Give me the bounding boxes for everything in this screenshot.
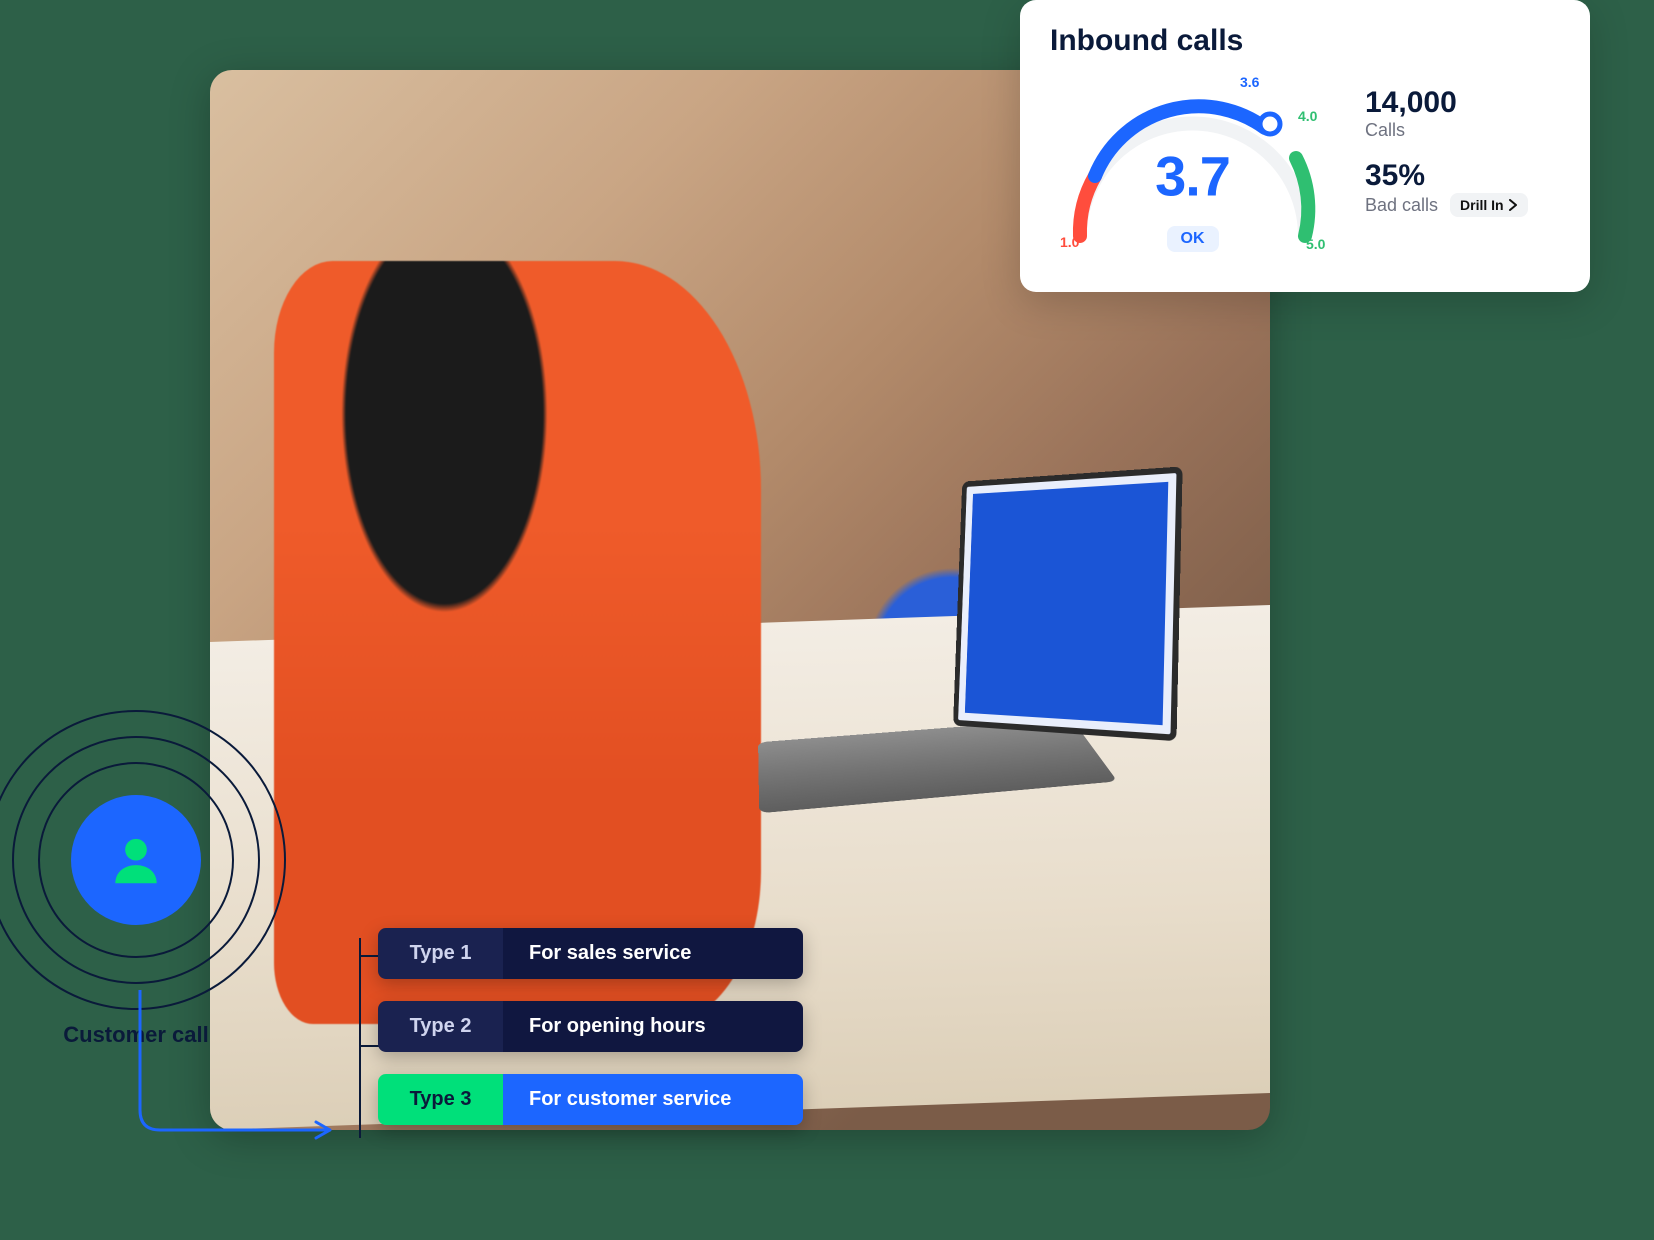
drill-in-label: Drill In: [1460, 197, 1504, 213]
customer-call-label: Customer call: [63, 1022, 209, 1048]
photo-laptop: [761, 473, 1185, 833]
inbound-calls-card: Inbound calls 3.7 OK 1.0 3.6 4.0 5.0: [1020, 0, 1590, 292]
gauge-tick-3-6: 3.6: [1240, 74, 1259, 90]
calls-label: Calls: [1365, 120, 1560, 141]
photo-person: [274, 261, 762, 1024]
call-type-row[interactable]: Type 1 For sales service: [378, 928, 803, 979]
gauge-value: 3.7: [1155, 144, 1230, 209]
call-type-label: For opening hours: [503, 1001, 803, 1052]
call-type-row[interactable]: Type 2 For opening hours: [378, 1001, 803, 1052]
call-type-list: Type 1 For sales service Type 2 For open…: [378, 928, 803, 1125]
call-type-label: For sales service: [503, 928, 803, 979]
gauge-tick-5-0: 5.0: [1306, 236, 1325, 252]
bad-calls-value: 35%: [1365, 159, 1560, 193]
card-title: Inbound calls: [1050, 24, 1560, 58]
person-icon: [105, 829, 167, 891]
call-type-tag: Type 2: [378, 1001, 503, 1052]
bad-calls-label: Bad calls: [1365, 195, 1438, 216]
call-type-label: For customer service: [503, 1074, 803, 1125]
call-type-tag: Type 1: [378, 928, 503, 979]
photo-laptop-screen: [953, 466, 1183, 741]
gauge-needle-dot: [1260, 114, 1280, 134]
gauge-tick-1-0: 1.0: [1060, 234, 1079, 250]
customer-call-avatar: Customer call: [0, 710, 286, 1010]
chevron-right-icon: [1508, 199, 1518, 211]
gauge-status-badge: OK: [1167, 226, 1219, 252]
call-type-tag: Type 3: [378, 1074, 503, 1125]
stats-column: 14,000 Calls 35% Bad calls Drill In: [1365, 66, 1560, 217]
calls-value: 14,000: [1365, 86, 1560, 120]
call-type-row-active[interactable]: Type 3 For customer service: [378, 1074, 803, 1125]
gauge: 3.7 OK 1.0 3.6 4.0 5.0: [1050, 66, 1335, 266]
avatar-circle: [71, 795, 201, 925]
gauge-tick-4-0: 4.0: [1298, 108, 1317, 124]
drill-in-button[interactable]: Drill In: [1450, 193, 1528, 217]
